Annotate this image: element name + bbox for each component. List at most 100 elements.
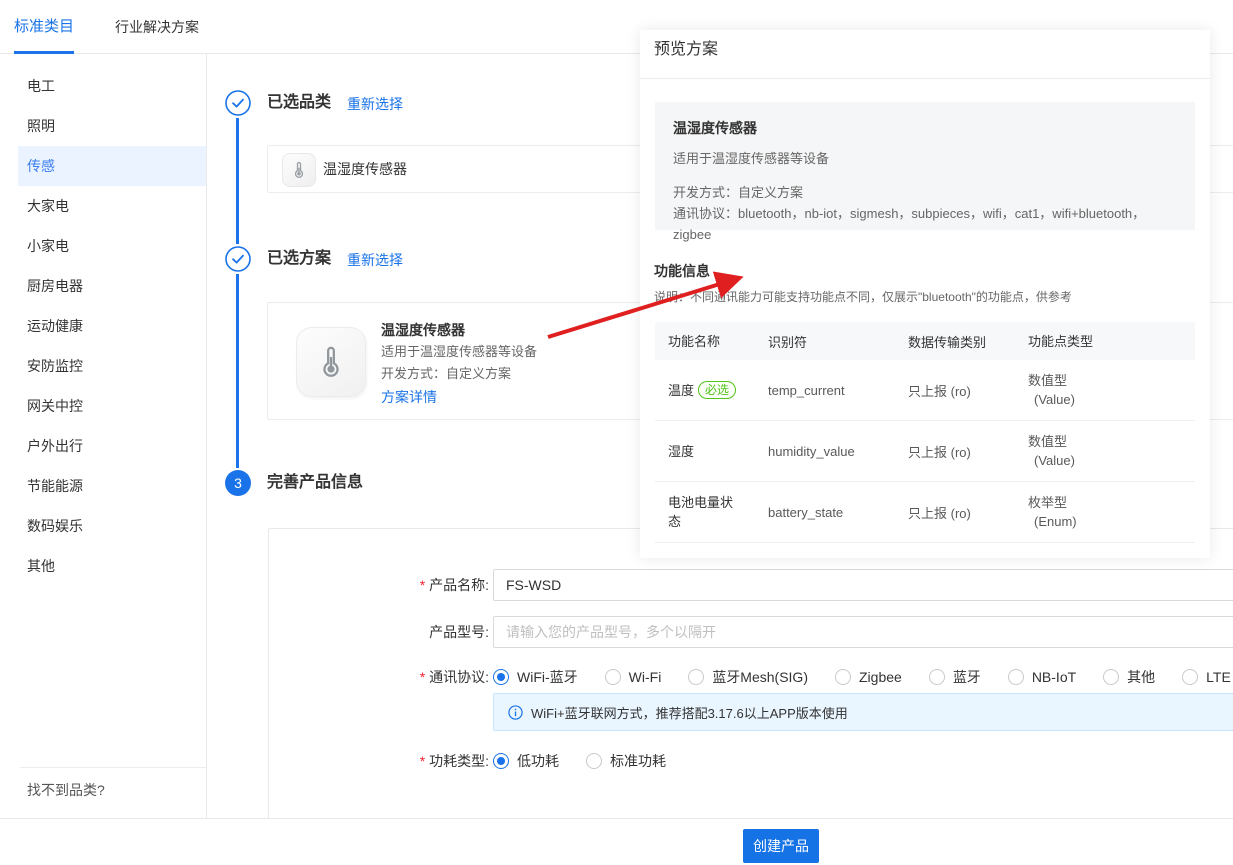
category-list: 电工 照明 传感 大家电 小家电 厨房电器 运动健康 安防监控 网关中控 户外出… bbox=[0, 54, 206, 586]
step-connector-1 bbox=[236, 118, 239, 244]
step1-check-icon bbox=[225, 90, 251, 116]
fn-type: 数值型(Value) bbox=[1015, 432, 1195, 470]
radio-lte-cat1[interactable]: LTE Cat.1 bbox=[1182, 669, 1233, 685]
product-model-input[interactable] bbox=[493, 616, 1233, 648]
radio-ble-mesh[interactable]: 蓝牙Mesh(SIG) bbox=[688, 667, 808, 687]
radio-label: Zigbee bbox=[859, 669, 902, 685]
preview-solution-desc: 适用于温湿度传感器等设备 bbox=[673, 149, 1177, 169]
radio-label: Wi-Fi bbox=[629, 669, 662, 685]
preview-solution-name: 温湿度传感器 bbox=[673, 118, 1177, 138]
radio-icon bbox=[1103, 669, 1119, 685]
fn-name: 温度必选 bbox=[655, 381, 755, 400]
step2-reselect-link[interactable]: 重新选择 bbox=[347, 250, 403, 270]
step1-reselect-link[interactable]: 重新选择 bbox=[347, 94, 403, 114]
preview-dev-mode: 开发方式：自定义方案 bbox=[673, 182, 1177, 203]
radio-icon bbox=[493, 753, 509, 769]
product-model-label: 产品型号: bbox=[269, 616, 489, 648]
radio-label: 标准功耗 bbox=[610, 751, 666, 771]
radio-icon bbox=[605, 669, 621, 685]
tab-standard-category[interactable]: 标准类目 bbox=[14, 0, 74, 54]
create-product-button[interactable]: 创建产品 bbox=[743, 829, 819, 863]
fn-transfer: 只上报 (ro) bbox=[895, 381, 1015, 400]
sidebar-item-others[interactable]: 其他 bbox=[0, 546, 206, 586]
fn-type: 枚举型(Enum) bbox=[1015, 493, 1195, 531]
sidebar-item-large-appliance[interactable]: 大家电 bbox=[0, 186, 206, 226]
step2-title: 已选方案 bbox=[267, 247, 331, 271]
radio-label: 其他 bbox=[1127, 667, 1155, 687]
fn-identifier: battery_state bbox=[755, 505, 895, 520]
product-info-form: 产品名称: 产品型号: 通讯协议: WiFi-蓝牙 Wi-Fi 蓝牙Mesh(S… bbox=[268, 528, 1233, 865]
required-badge: 必选 bbox=[698, 381, 736, 399]
fn-name: 湿度 bbox=[655, 442, 755, 461]
sidebar-item-security[interactable]: 安防监控 bbox=[0, 346, 206, 386]
radio-label: 蓝牙 bbox=[953, 667, 981, 687]
fn-name-text: 电池电量状态 bbox=[668, 495, 733, 529]
sidebar-item-lighting[interactable]: 照明 bbox=[0, 106, 206, 146]
power-type-radio-group: 低功耗 标准功耗 bbox=[493, 745, 666, 777]
radio-other[interactable]: 其他 bbox=[1103, 667, 1155, 687]
radio-icon bbox=[929, 669, 945, 685]
cannot-find-category-link[interactable]: 找不到品类? bbox=[27, 770, 105, 810]
solution-name: 温湿度传感器 bbox=[381, 319, 537, 341]
sidebar-item-kitchen-appliance[interactable]: 厨房电器 bbox=[0, 266, 206, 306]
radio-label: WiFi-蓝牙 bbox=[517, 667, 578, 687]
sidebar-divider bbox=[20, 767, 206, 768]
sidebar-item-sensor[interactable]: 传感 bbox=[18, 146, 206, 186]
radio-icon bbox=[1008, 669, 1024, 685]
fn-transfer: 只上报 (ro) bbox=[895, 503, 1015, 522]
radio-wifi[interactable]: Wi-Fi bbox=[605, 669, 662, 685]
sidebar-item-outdoor[interactable]: 户外出行 bbox=[0, 426, 206, 466]
function-info-heading: 功能信息 bbox=[654, 261, 710, 281]
step2-check-icon bbox=[225, 246, 251, 272]
radio-icon bbox=[586, 753, 602, 769]
product-name-label: 产品名称: bbox=[269, 569, 489, 601]
product-name-input[interactable] bbox=[493, 569, 1233, 601]
radio-ble[interactable]: 蓝牙 bbox=[929, 667, 981, 687]
fn-name-text: 温度 bbox=[668, 383, 694, 398]
protocol-radio-group: WiFi-蓝牙 Wi-Fi 蓝牙Mesh(SIG) Zigbee 蓝牙 NB-I… bbox=[493, 661, 1233, 693]
fn-type-line2: (Value) bbox=[1028, 390, 1195, 409]
radio-zigbee[interactable]: Zigbee bbox=[835, 669, 902, 685]
col-dp-type: 功能点类型 bbox=[1015, 332, 1195, 351]
protocol-hint-banner: WiFi+蓝牙联网方式，推荐搭配3.17.6以上APP版本使用 bbox=[493, 693, 1233, 731]
radio-standard-power[interactable]: 标准功耗 bbox=[586, 751, 666, 771]
product-create-page: 标准类目 行业解决方案 电工 照明 传感 大家电 小家电 厨房电器 运动健康 安… bbox=[0, 0, 1233, 865]
preview-protocols: 通讯协议：bluetooth，nb-iot，sigmesh，subpieces，… bbox=[673, 203, 1177, 245]
fn-type-line2: (Value) bbox=[1028, 451, 1195, 470]
col-transfer-type: 数据传输类别 bbox=[895, 332, 1015, 351]
fn-identifier: temp_current bbox=[755, 383, 895, 398]
step-connector-2 bbox=[236, 274, 239, 468]
step1-title: 已选品类 bbox=[267, 91, 331, 115]
sidebar-item-gateway[interactable]: 网关中控 bbox=[0, 386, 206, 426]
info-icon bbox=[508, 705, 523, 720]
protocol-label: 通讯协议: bbox=[269, 661, 489, 693]
thermometer-icon bbox=[282, 153, 316, 187]
sidebar-item-digital-entertainment[interactable]: 数码娱乐 bbox=[0, 506, 206, 546]
solution-dev-mode: 开发方式：自定义方案 bbox=[381, 363, 537, 385]
sidebar-item-small-appliance[interactable]: 小家电 bbox=[0, 226, 206, 266]
radio-icon bbox=[493, 669, 509, 685]
thermometer-icon bbox=[296, 327, 366, 397]
fn-name-text: 湿度 bbox=[668, 444, 694, 459]
fn-type: 数值型(Value) bbox=[1015, 371, 1195, 409]
radio-nbiot[interactable]: NB-IoT bbox=[1008, 669, 1076, 685]
tab-industry-solution[interactable]: 行业解决方案 bbox=[115, 0, 199, 54]
sidebar-item-sport-health[interactable]: 运动健康 bbox=[0, 306, 206, 346]
table-row: 湿度 humidity_value 只上报 (ro) 数值型(Value) bbox=[655, 421, 1195, 482]
sidebar-item-energy[interactable]: 节能能源 bbox=[0, 466, 206, 506]
radio-label: 蓝牙Mesh(SIG) bbox=[712, 667, 808, 687]
category-sidebar: 电工 照明 传感 大家电 小家电 厨房电器 运动健康 安防监控 网关中控 户外出… bbox=[0, 54, 207, 818]
function-info-note: 说明：不同通讯能力可能支持功能点不同，仅展示"bluetooth"的功能点，供参… bbox=[654, 288, 1072, 305]
fn-type-line1: 枚举型 bbox=[1028, 493, 1195, 512]
sidebar-item-electrical[interactable]: 电工 bbox=[0, 66, 206, 106]
fn-type-line2: (Enum) bbox=[1028, 512, 1195, 531]
radio-wifi-ble[interactable]: WiFi-蓝牙 bbox=[493, 667, 578, 687]
radio-icon bbox=[1182, 669, 1198, 685]
fn-transfer: 只上报 (ro) bbox=[895, 442, 1015, 461]
solution-detail-link[interactable]: 方案详情 bbox=[381, 385, 537, 409]
function-table-header: 功能名称 识别符 数据传输类别 功能点类型 bbox=[655, 322, 1195, 360]
step3-title: 完善产品信息 bbox=[267, 471, 363, 495]
radio-low-power[interactable]: 低功耗 bbox=[493, 751, 559, 771]
fn-name: 电池电量状态 bbox=[655, 493, 755, 531]
step3-number-badge: 3 bbox=[225, 470, 251, 496]
